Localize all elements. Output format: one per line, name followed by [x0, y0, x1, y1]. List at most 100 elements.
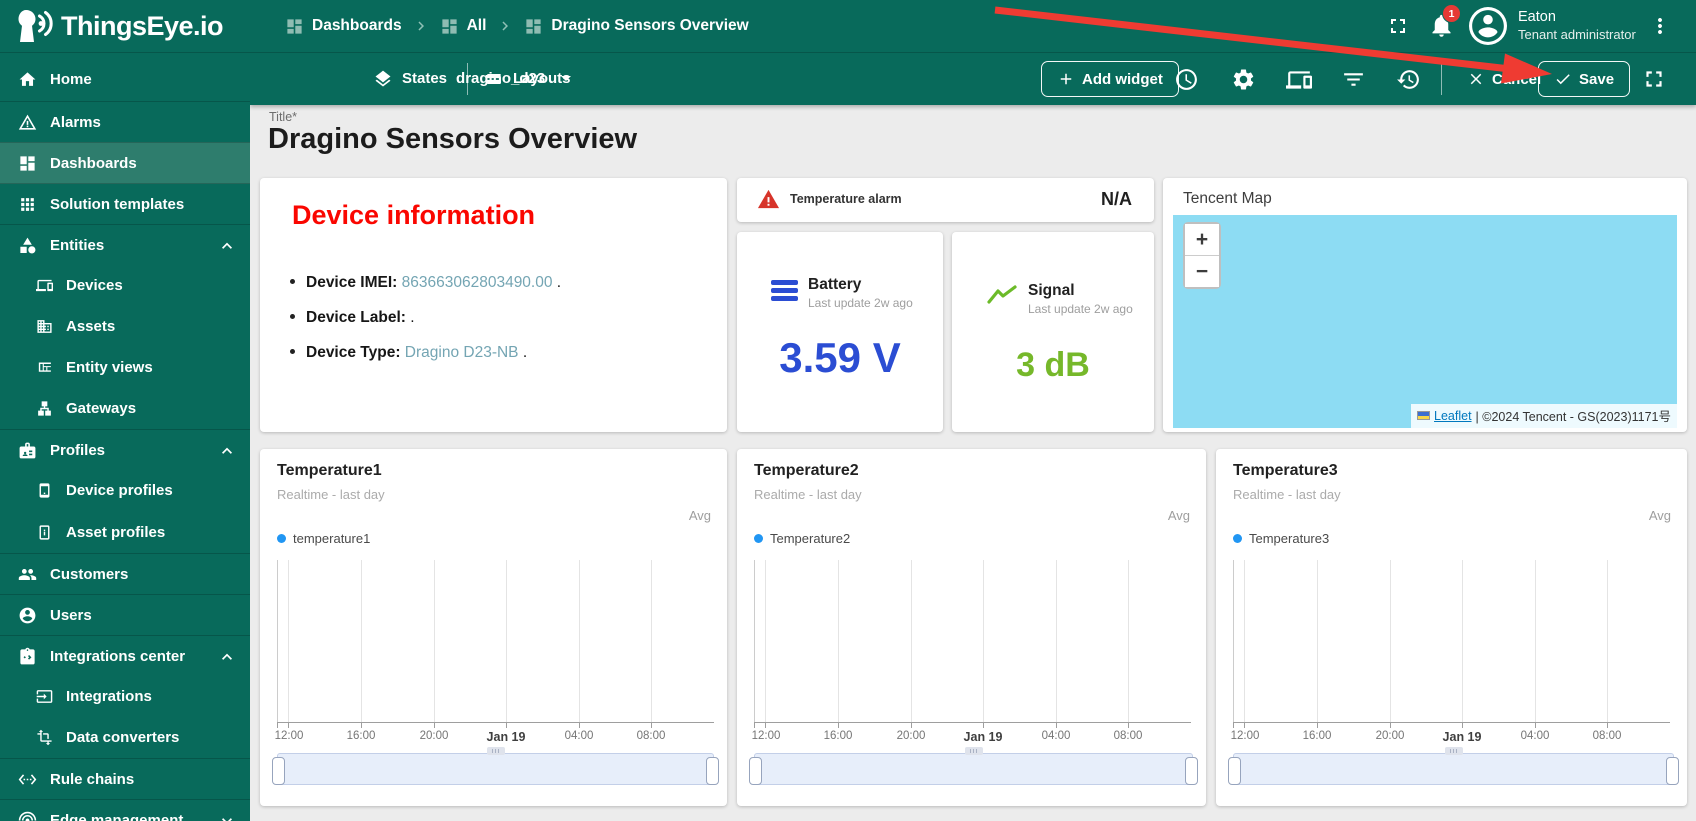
- breadcrumb-item-dashboards[interactable]: Dashboards: [285, 17, 402, 36]
- time-range-slider[interactable]: [1228, 747, 1679, 785]
- sidebar-item-customers[interactable]: Customers: [0, 553, 250, 595]
- slider-left-handle[interactable]: [1228, 757, 1241, 785]
- chevron-right-icon: [496, 17, 514, 35]
- bullet-icon: [290, 349, 295, 354]
- avatar[interactable]: [1469, 7, 1507, 45]
- sidebar-item-device-profiles[interactable]: Device profiles: [0, 470, 250, 511]
- sidebar-item-home[interactable]: Home: [0, 59, 250, 100]
- device-label-row: Device Label: .: [290, 309, 415, 327]
- transform-icon: [36, 729, 53, 746]
- chevron-right-icon: [412, 17, 430, 35]
- lan-icon: [36, 400, 53, 417]
- sidebar-item-integrations-center[interactable]: Integrations center: [0, 635, 250, 677]
- slider-right-handle[interactable]: [706, 757, 719, 785]
- chart-grid: [1233, 560, 1670, 730]
- sidebar-item-solution-templates[interactable]: Solution templates: [0, 183, 250, 225]
- filter-icon[interactable]: [1341, 67, 1366, 92]
- dashboard-icon: [285, 17, 304, 36]
- people-icon: [18, 565, 37, 584]
- zoom-out-button[interactable]: −: [1185, 256, 1219, 287]
- device-info-value: 863663062803490.00: [401, 274, 553, 291]
- notifications-bell[interactable]: 1: [1428, 4, 1461, 39]
- avg-label: Avg: [688, 508, 711, 523]
- slider-grip-handle[interactable]: [964, 747, 983, 755]
- sidebar-item-dashboards[interactable]: Dashboards: [0, 142, 250, 184]
- account-circle-icon: [18, 606, 37, 625]
- entity-aliases-icon[interactable]: [1286, 67, 1312, 93]
- slider-right-handle[interactable]: [1185, 757, 1198, 785]
- save-label: Save: [1579, 70, 1615, 88]
- settings-gear-icon[interactable]: [1231, 67, 1256, 92]
- save-button[interactable]: Save: [1538, 61, 1631, 97]
- breadcrumb-item-current[interactable]: Dragino Sensors Overview: [524, 17, 749, 36]
- sidebar-item-integrations[interactable]: Integrations: [0, 676, 250, 717]
- device-profile-icon: [36, 482, 53, 499]
- sidebar-item-data-converters[interactable]: Data converters: [0, 717, 250, 758]
- app-logo-text: ThingsEye.io: [61, 10, 224, 41]
- time-window-icon[interactable]: [1174, 67, 1199, 92]
- leaflet-link[interactable]: Leaflet: [1434, 409, 1472, 423]
- slider-grip-handle[interactable]: [486, 747, 505, 755]
- signal-title: Signal: [1028, 282, 1075, 299]
- chart-grid: [277, 560, 714, 730]
- x-tick-label: 08:00: [1113, 730, 1143, 742]
- sidebar-item-assets[interactable]: Assets: [0, 306, 250, 347]
- x-tick-label: Jan 19: [963, 730, 1003, 744]
- sidebar-item-rule-chains[interactable]: Rule chains: [0, 758, 250, 800]
- sidebar-item-label: Data converters: [66, 729, 180, 746]
- tencent-map-widget[interactable]: Tencent Map + − Leaflet | ©2024 Tencent …: [1163, 178, 1687, 432]
- map-canvas[interactable]: + − Leaflet | ©2024 Tencent - GS(2023)11…: [1173, 215, 1677, 428]
- slider-grip-handle[interactable]: [1444, 747, 1463, 755]
- notification-badge: 1: [1442, 4, 1461, 23]
- slider-right-handle[interactable]: [1666, 757, 1679, 785]
- temperature2-chart-widget[interactable]: Temperature2 Realtime - last day Avg Tem…: [737, 449, 1206, 806]
- slider-left-handle[interactable]: [749, 757, 762, 785]
- x-tick-label: Jan 19: [486, 730, 526, 744]
- dashboard-title-input[interactable]: Dragino Sensors Overview: [268, 123, 637, 156]
- chevron-down-icon: [217, 811, 237, 821]
- sidebar-item-alarms[interactable]: Alarms: [0, 101, 250, 143]
- sidebar-item-devices[interactable]: Devices: [0, 265, 250, 306]
- sidebar-item-label: Rule chains: [50, 771, 135, 788]
- fullscreen-icon[interactable]: [1386, 14, 1410, 38]
- sidebar-item-edge-management[interactable]: Edge management: [0, 799, 250, 821]
- ethernet-icon: [18, 770, 37, 789]
- legend-label: Temperature3: [1249, 531, 1330, 546]
- breadcrumb-item-all[interactable]: All: [440, 17, 486, 36]
- battery-widget[interactable]: Battery Last update 2w ago 3.59 V: [737, 232, 943, 432]
- sidebar-item-label: Customers: [50, 566, 129, 583]
- layers-icon: [373, 69, 393, 89]
- version-history-icon[interactable]: [1396, 67, 1421, 92]
- device-information-widget[interactable]: Device information Device IMEI: 86366306…: [260, 178, 727, 432]
- sidebar-item-users[interactable]: Users: [0, 594, 250, 636]
- sidebar-item-gateways[interactable]: Gateways: [0, 388, 250, 429]
- slider-left-handle[interactable]: [272, 757, 285, 785]
- signal-widget[interactable]: Signal Last update 2w ago 3 dB: [952, 232, 1154, 432]
- time-range-slider[interactable]: [749, 747, 1198, 785]
- sidebar-item-profiles[interactable]: Profiles: [0, 429, 250, 471]
- time-range-slider[interactable]: [272, 747, 719, 785]
- app-logo[interactable]: ThingsEye.io: [13, 8, 224, 44]
- chart-title: Temperature3: [1233, 462, 1338, 479]
- sidebar-item-entities[interactable]: Entities: [0, 224, 250, 266]
- device-info-label: Device IMEI:: [306, 274, 398, 291]
- temperature-alarm-widget[interactable]: Temperature alarm N/A: [737, 178, 1154, 222]
- chart-legend[interactable]: Temperature3: [1233, 531, 1329, 546]
- user-info[interactable]: Eaton Tenant administrator: [1518, 8, 1636, 43]
- zoom-in-button[interactable]: +: [1185, 224, 1219, 256]
- sidebar-item-entity-views[interactable]: Entity views: [0, 347, 250, 388]
- map-title: Tencent Map: [1183, 190, 1272, 207]
- layouts-button[interactable]: Layouts: [484, 52, 571, 105]
- x-tick-label: 20:00: [896, 730, 926, 742]
- user-role: Tenant administrator: [1518, 27, 1636, 42]
- chart-legend[interactable]: temperature1: [277, 531, 370, 546]
- fullscreen-icon[interactable]: [1641, 66, 1667, 92]
- apps-grid-icon: [18, 195, 37, 214]
- battery-icon: [771, 280, 798, 301]
- temperature1-chart-widget[interactable]: Temperature1 Realtime - last day Avg tem…: [260, 449, 727, 806]
- chart-legend[interactable]: Temperature2: [754, 531, 850, 546]
- temperature3-chart-widget[interactable]: Temperature3 Realtime - last day Avg Tem…: [1216, 449, 1687, 806]
- more-menu-icon[interactable]: [1648, 14, 1672, 38]
- add-widget-button[interactable]: Add widget: [1041, 61, 1179, 97]
- sidebar-item-asset-profiles[interactable]: Asset profiles: [0, 512, 250, 553]
